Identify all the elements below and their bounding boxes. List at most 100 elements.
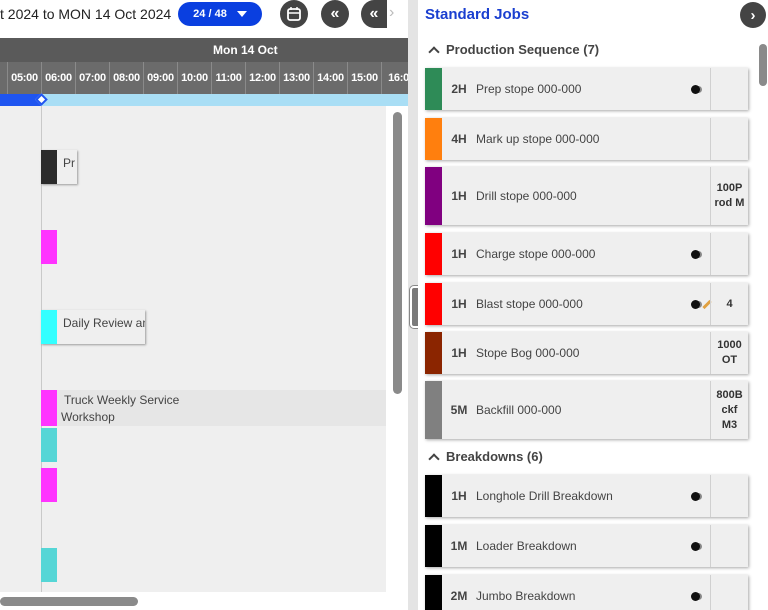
task-color-swatch [41, 390, 57, 426]
job-indicator [691, 283, 712, 325]
status-dot-icon [691, 541, 700, 551]
job-quantity [710, 475, 748, 517]
jump-back-button[interactable]: « [321, 0, 349, 28]
job-indicator [691, 475, 700, 517]
day-label: Mon 14 Oct [213, 43, 278, 57]
job-duration: 1H [451, 247, 467, 261]
task-color-swatch [41, 548, 57, 582]
job-row[interactable]: 1H Charge stope 000-000 [425, 233, 748, 275]
job-indicator [691, 233, 700, 275]
job-indicator [691, 68, 700, 110]
schedule-task[interactable]: Daily Review an [41, 310, 145, 344]
step-back-button[interactable]: « [361, 0, 387, 28]
chevron-up-icon [428, 453, 440, 465]
job-row[interactable]: 1H Longhole Drill Breakdown [425, 475, 748, 517]
job-color-swatch [425, 525, 442, 567]
hour-cell: 05:00 [7, 62, 41, 94]
job-name: Mark up stope 000-000 [476, 132, 600, 146]
job-row[interactable]: 4H Mark up stope 000-000 [425, 118, 748, 160]
panel-title: Standard Jobs [425, 6, 530, 23]
job-quantity [710, 233, 748, 275]
job-duration: 1H [451, 189, 467, 203]
job-duration: 1H [451, 346, 467, 360]
hour-cell: 10:00 [177, 62, 211, 94]
job-name: Charge stope 000-000 [476, 247, 596, 261]
job-name: Loader Breakdown [476, 539, 577, 553]
section-header-breakdowns[interactable]: Breakdowns (6) [428, 449, 543, 465]
task-label: Daily Review an [63, 316, 145, 330]
job-quantity [710, 575, 748, 610]
panel-next-button[interactable]: › [740, 2, 766, 28]
hour-cell: 13:00 [279, 62, 313, 94]
schedule-vertical-scrollbar[interactable] [393, 112, 402, 394]
job-name: Jumbo Breakdown [476, 589, 576, 603]
job-row[interactable]: 5M Backfill 000-000 800B ckf M3 [425, 381, 748, 439]
caret-down-icon [236, 11, 247, 17]
job-quantity: 1000 OT [710, 332, 748, 374]
job-name: Backfill 000-000 [476, 403, 562, 417]
task-color-swatch [41, 428, 57, 462]
chevron-right-icon[interactable]: › [389, 4, 394, 22]
calendar-button[interactable] [280, 0, 308, 28]
task-color-swatch [41, 310, 57, 344]
job-quantity [710, 525, 748, 567]
job-row[interactable]: 2M Jumbo Breakdown [425, 575, 748, 610]
hour-cell: 15:00 [347, 62, 381, 94]
task-color-swatch [41, 230, 57, 264]
double-chevron-left-icon: « [369, 5, 379, 22]
hours-row: 0 05:00 06:00 07:00 08:00 09:00 10:00 11… [0, 62, 408, 94]
job-quantity [710, 118, 748, 160]
job-duration: 4H [451, 132, 467, 146]
schedule-task[interactable]: Pr [41, 150, 77, 184]
status-dot-icon [691, 84, 700, 94]
double-chevron-left-icon: « [330, 5, 340, 22]
job-name: Prep stope 000-000 [476, 82, 582, 96]
timeline-progress-bar [0, 94, 408, 106]
calendar-icon [287, 7, 301, 21]
job-row[interactable]: 1M Loader Breakdown [425, 525, 748, 567]
status-dot-icon [691, 299, 700, 309]
status-dot-icon [691, 591, 700, 601]
schedule-task[interactable] [41, 468, 58, 502]
status-dot-icon [691, 491, 700, 501]
job-color-swatch [425, 381, 442, 439]
schedule-toolbar: t 2024 to MON 14 Oct 2024 24 / 48 « « › [0, 0, 410, 36]
task-label: Truck Weekly Service [64, 393, 180, 407]
job-color-swatch [425, 475, 442, 517]
job-row[interactable]: 2H Prep stope 000-000 [425, 68, 748, 110]
job-color-swatch [425, 68, 442, 110]
section-title: Breakdowns (6) [446, 449, 543, 464]
date-range-label: t 2024 to MON 14 Oct 2024 [0, 6, 172, 22]
schedule-horizontal-scrollbar[interactable] [0, 597, 138, 606]
job-row[interactable]: 1H Blast stope 000-000 4 [425, 283, 748, 325]
job-duration: 1H [451, 297, 467, 311]
job-quantity: 100P rod M [710, 167, 748, 225]
panel-scrollbar[interactable] [759, 44, 767, 86]
schedule-task[interactable]: Truck Weekly Service Workshop [41, 390, 386, 426]
task-location: Workshop [61, 410, 115, 424]
job-row[interactable]: 1H Stope Bog 000-000 1000 OT [425, 332, 748, 374]
section-title: Production Sequence (7) [446, 42, 600, 57]
hour-cell: 09:00 [143, 62, 177, 94]
schedule-task[interactable] [41, 230, 58, 264]
task-color-swatch [41, 468, 57, 502]
job-color-swatch [425, 167, 442, 225]
job-quantity [710, 68, 748, 110]
job-quantity: 4 [710, 283, 748, 325]
job-row[interactable]: 1H Drill stope 000-000 100P rod M [425, 167, 748, 225]
section-header-production[interactable]: Production Sequence (7) [428, 42, 600, 58]
job-indicator [691, 575, 700, 610]
chevron-right-icon: › [750, 6, 756, 24]
job-color-swatch [425, 283, 442, 325]
hour-cell: 11:00 [211, 62, 245, 94]
schedule-task[interactable] [41, 428, 58, 462]
job-color-swatch [425, 118, 442, 160]
task-color-swatch [41, 150, 57, 184]
day-header: Mon 14 Oct [0, 38, 408, 62]
schedule-task[interactable] [41, 548, 58, 582]
chevron-up-icon [428, 46, 440, 58]
job-color-swatch [425, 575, 442, 610]
job-duration: 2H [451, 82, 467, 96]
period-selector[interactable]: 24 / 48 [178, 2, 262, 26]
job-duration: 2M [450, 589, 468, 603]
